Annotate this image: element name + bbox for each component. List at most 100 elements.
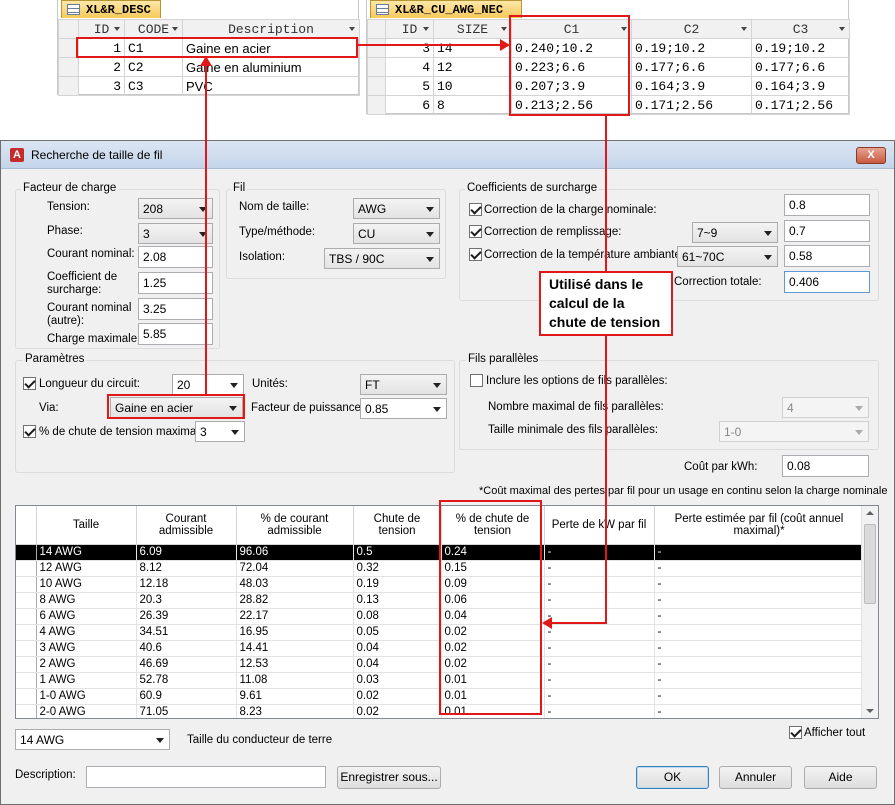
grid-cell[interactable]: 0.32 (353, 560, 442, 577)
col-header-size[interactable]: Taille (36, 506, 137, 545)
grid-cell[interactable]: 8 AWG (36, 592, 137, 609)
tension-combo[interactable]: 208 (138, 198, 213, 219)
grid-cell[interactable]: 0.19 (353, 576, 442, 593)
grid-cell[interactable]: 12.53 (236, 656, 354, 673)
col-header-voltage-drop[interactable]: Chute de tension (353, 506, 442, 545)
grid-cell[interactable]: 12.18 (136, 576, 237, 593)
grid-cell[interactable]: 16.95 (236, 624, 354, 641)
row-header[interactable] (16, 640, 37, 657)
grid-cell[interactable]: 0.05 (353, 624, 442, 641)
grid-cell[interactable]: 0.13 (353, 592, 442, 609)
grid-cell[interactable]: 6.09 (136, 544, 237, 561)
row-header[interactable] (16, 576, 37, 593)
vertical-scrollbar[interactable] (861, 506, 878, 718)
row-header[interactable] (16, 560, 37, 577)
grid-cell[interactable]: 9.61 (236, 688, 354, 705)
grid-cell[interactable]: - (544, 656, 655, 673)
nominal-current-field[interactable]: 2.08 (138, 246, 213, 268)
max-load-field[interactable]: 5.85 (138, 323, 213, 345)
grid-cell[interactable]: 96.06 (236, 544, 354, 561)
grid-cell[interactable]: 40.6 (136, 640, 237, 657)
row-header[interactable] (16, 608, 37, 625)
awg-sheet-tab[interactable]: XL&R_CU_AWG_NEC (370, 0, 522, 18)
cancel-button[interactable]: Annuler (719, 766, 792, 789)
grid-cell[interactable]: - (544, 592, 655, 609)
close-button[interactable]: X (856, 147, 886, 164)
row-header[interactable] (16, 624, 37, 641)
col-header-ampacity[interactable]: Courant admissible (136, 506, 237, 545)
table-row[interactable]: 3 C3 PVC (58, 76, 360, 96)
scroll-thumb[interactable] (864, 524, 876, 604)
insulation-combo[interactable]: TBS / 90C (324, 248, 440, 269)
type-method-combo[interactable]: CU (353, 223, 440, 244)
grid-cell[interactable]: 8.23 (236, 704, 354, 718)
grid-cell[interactable]: - (654, 544, 865, 561)
grid-cell[interactable]: 46.69 (136, 656, 237, 673)
grid-cell[interactable]: 12 AWG (36, 560, 137, 577)
row-header[interactable] (16, 688, 37, 705)
row-header[interactable] (16, 704, 37, 718)
grid-cell[interactable]: 26.39 (136, 608, 237, 625)
fill-correction-field[interactable]: 0.7 (784, 220, 870, 242)
grid-cell[interactable]: 1-0 AWG (36, 688, 137, 705)
row-header[interactable] (16, 544, 37, 561)
grid-cell[interactable]: 34.51 (136, 624, 237, 641)
grid-cell[interactable]: - (544, 704, 655, 718)
grid-cell[interactable]: 0.02 (353, 688, 442, 705)
circuit-length-combo[interactable]: 20 (172, 374, 244, 395)
row-header[interactable] (16, 592, 37, 609)
grid-cell[interactable]: 28.82 (236, 592, 354, 609)
grid-cell[interactable]: 3 AWG (36, 640, 137, 657)
row-header[interactable] (16, 656, 37, 673)
grid-cell[interactable]: - (654, 608, 865, 625)
circuit-length-checkbox[interactable] (23, 377, 36, 390)
grid-cell[interactable]: - (544, 640, 655, 657)
grid-cell[interactable]: 22.17 (236, 608, 354, 625)
min-parallel-size-combo[interactable]: 1-0 (719, 421, 869, 442)
grid-cell[interactable]: - (654, 576, 865, 593)
size-name-combo[interactable]: AWG (353, 198, 440, 219)
grid-cell[interactable]: 0.03 (353, 672, 442, 689)
col-header-c3[interactable]: C3 (751, 19, 850, 39)
fill-correction-checkbox[interactable] (469, 225, 482, 238)
grid-cell[interactable]: 10 AWG (36, 576, 137, 593)
temp-correction-combo[interactable]: 61~70C (677, 246, 778, 267)
grid-cell[interactable]: - (544, 672, 655, 689)
save-as-button[interactable]: Enregistrer sous... (337, 766, 441, 789)
grid-cell[interactable]: - (654, 656, 865, 673)
grid-cell[interactable]: 6 AWG (36, 608, 137, 625)
grid-cell[interactable]: 20.3 (136, 592, 237, 609)
grid-cell[interactable]: - (544, 560, 655, 577)
grid-cell[interactable]: - (654, 560, 865, 577)
max-drop-checkbox[interactable] (23, 425, 36, 438)
grid-cell[interactable]: 2 AWG (36, 656, 137, 673)
temp-correction-checkbox[interactable] (469, 248, 482, 261)
col-header-ampacity-pct[interactable]: % de courant admissible (236, 506, 354, 545)
grid-cell[interactable]: 8.12 (136, 560, 237, 577)
grid-cell[interactable]: 48.03 (236, 576, 354, 593)
grid-cell[interactable]: 71.05 (136, 704, 237, 718)
grid-cell[interactable]: - (544, 576, 655, 593)
scroll-up-icon[interactable] (866, 511, 874, 515)
scroll-down-icon[interactable] (866, 709, 874, 713)
desc-sheet-tab[interactable]: XL&R_DESC (61, 0, 161, 18)
grid-cell[interactable]: - (654, 640, 865, 657)
col-header-id[interactable]: ID (385, 19, 434, 39)
nominal-current-other-field[interactable]: 3.25 (138, 298, 213, 320)
grid-cell[interactable]: 11.08 (236, 672, 354, 689)
col-header-description[interactable]: Description (182, 19, 360, 39)
phase-combo[interactable]: 3 (138, 223, 213, 244)
fill-correction-combo[interactable]: 7~9 (692, 222, 778, 243)
nominal-correction-checkbox[interactable] (469, 203, 482, 216)
nominal-correction-field[interactable]: 0.8 (784, 194, 870, 216)
grid-cell[interactable]: 0.5 (353, 544, 442, 561)
units-combo[interactable]: FT (360, 374, 447, 395)
total-correction-field[interactable]: 0.406 (784, 271, 870, 293)
grid-cell[interactable]: 4 AWG (36, 624, 137, 641)
overload-coef-field[interactable]: 1.25 (138, 272, 213, 294)
grid-cell[interactable]: - (654, 688, 865, 705)
grid-cell[interactable]: 0.04 (353, 656, 442, 673)
ground-size-combo[interactable]: 14 AWG (15, 729, 170, 750)
row-header[interactable] (16, 672, 37, 689)
title-bar[interactable]: A Recherche de taille de fil X (1, 141, 894, 169)
